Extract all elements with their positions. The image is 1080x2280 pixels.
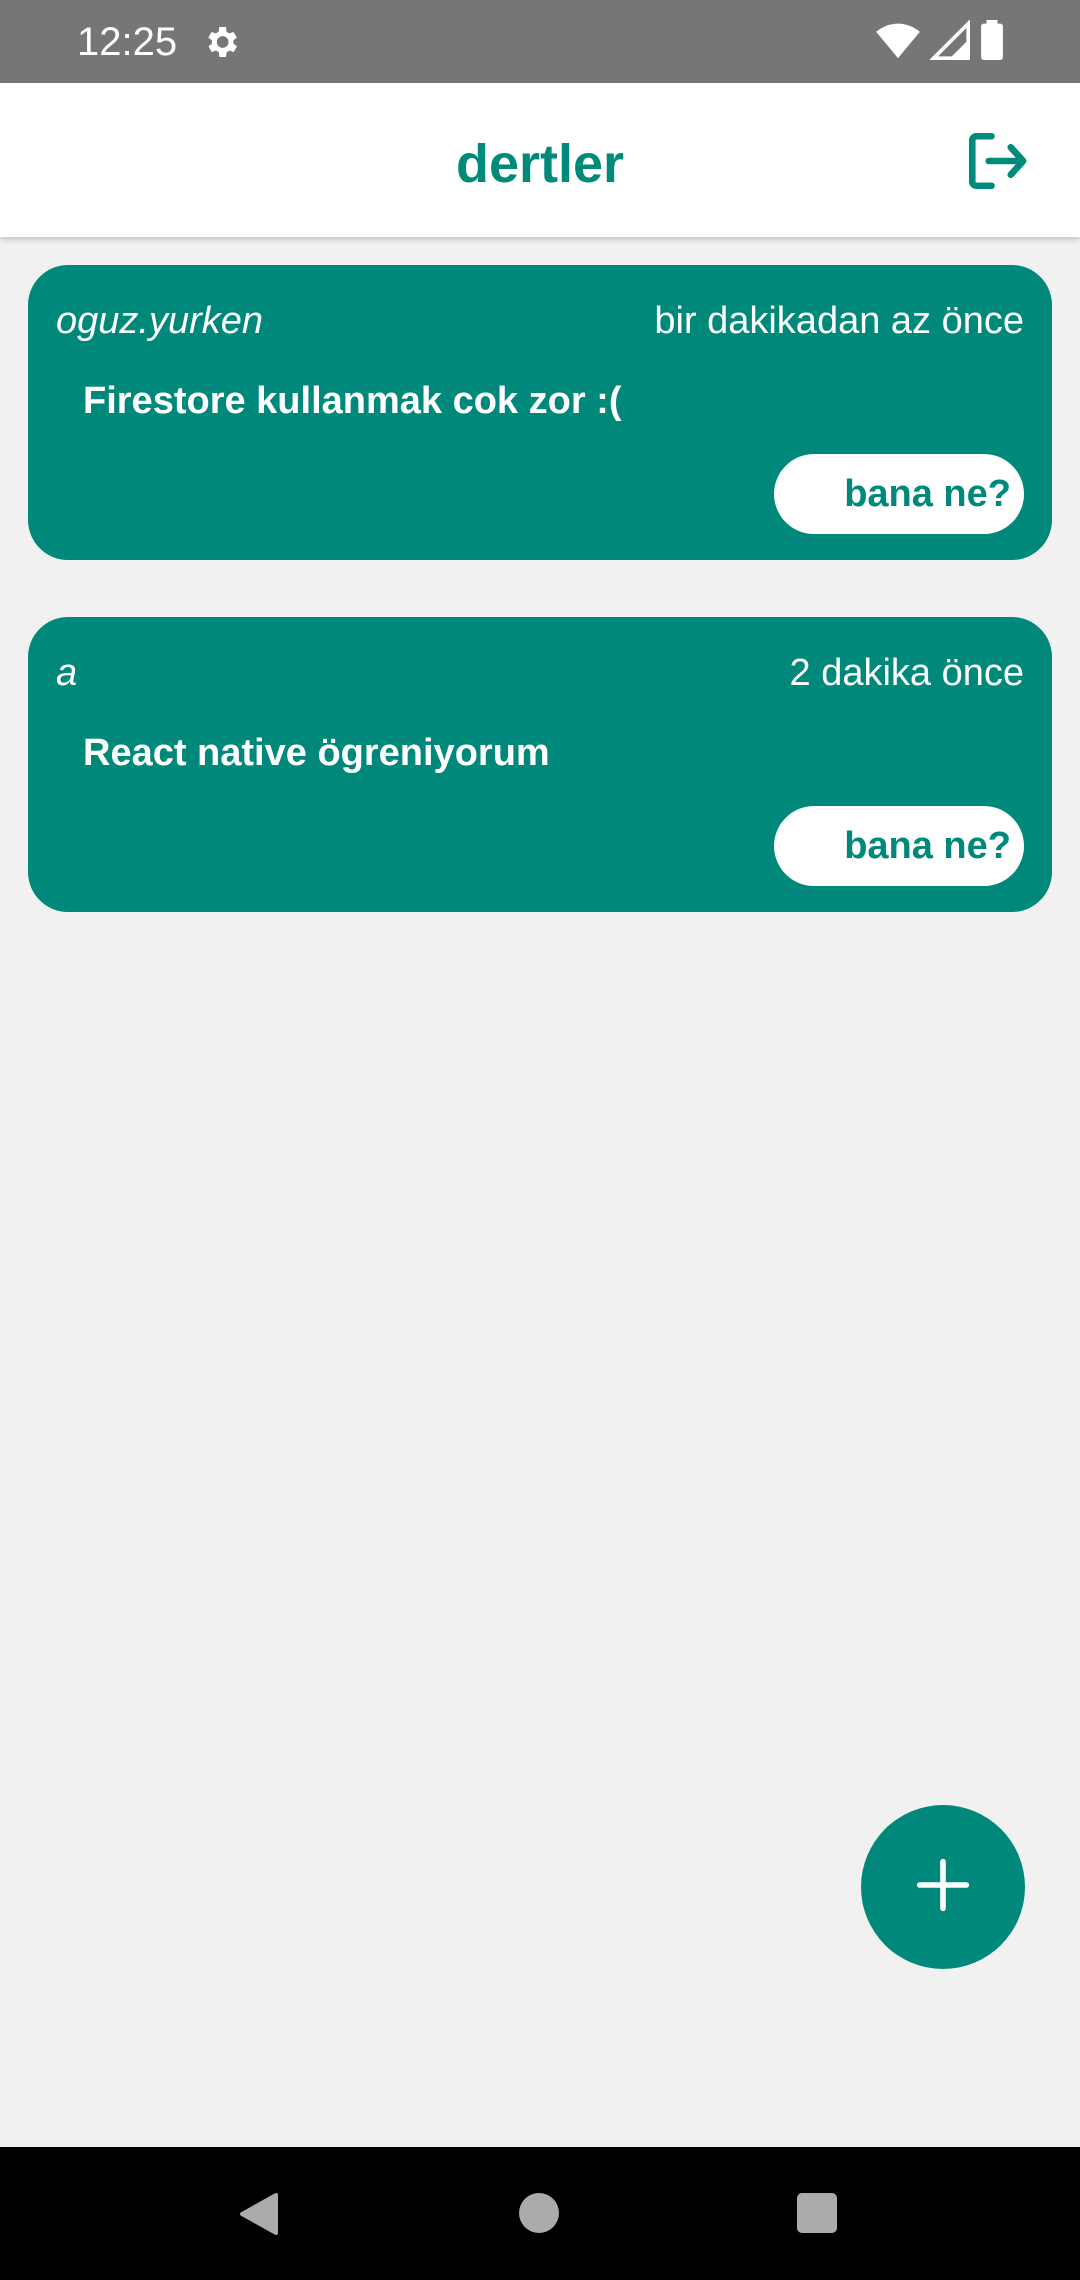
post-card: oguz.yurken bir dakikadan az önce Firest… [28, 265, 1052, 560]
logout-icon[interactable] [964, 128, 1030, 194]
wifi-icon [876, 20, 920, 65]
gear-icon [201, 22, 241, 62]
bana-ne-button[interactable]: bana ne? [774, 454, 1024, 534]
plus-icon [915, 1857, 971, 1918]
post-text: React native ögreniyorum [83, 732, 550, 774]
bana-ne-button[interactable]: bana ne? [774, 806, 1024, 886]
page-title: dertler [455, 134, 625, 194]
status-bar: 12:25 [0, 0, 1080, 83]
post-time: 2 dakika önce [789, 652, 1025, 694]
post-list: oguz.yurken bir dakikadan az önce Firest… [28, 265, 1052, 969]
app-bar: dertler [0, 83, 1080, 237]
recents-icon[interactable] [797, 2193, 837, 2233]
status-icons [876, 18, 1004, 65]
post-author: oguz.yurken [56, 300, 264, 342]
post-author: a [56, 652, 78, 694]
post-time: bir dakikadan az önce [654, 300, 1024, 342]
add-post-button[interactable] [861, 1805, 1025, 1969]
navigation-bar [0, 2147, 1080, 2280]
status-time: 12:25 [77, 20, 178, 64]
post-card: a 2 dakika önce React native ögreniyorum… [28, 617, 1052, 912]
battery-icon [980, 19, 1004, 65]
post-text: Firestore kullanmak cok zor :( [83, 380, 622, 422]
back-icon[interactable] [238, 2191, 280, 2242]
home-icon[interactable] [519, 2193, 559, 2233]
cell-signal-icon [929, 18, 970, 65]
